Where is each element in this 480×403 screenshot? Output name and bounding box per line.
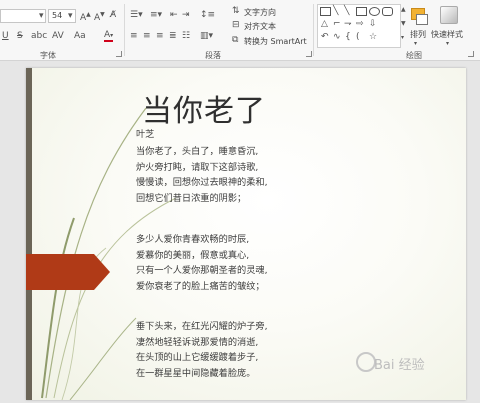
- arrow-right-shape-icon[interactable]: ⇨: [356, 19, 364, 29]
- font-size-value: 54: [52, 11, 63, 20]
- poem-stanza[interactable]: 垂下头来，在红光闪耀的炉子旁, 凄然地轻轻诉说那爱情的消逝, 在头顶的山上它缓缓…: [136, 319, 268, 381]
- chevron-down-icon[interactable]: ▾: [446, 39, 449, 49]
- paragraph-group-label: 段落: [205, 51, 221, 60]
- textbox-shape-icon[interactable]: [320, 7, 331, 16]
- poem-line: 垂下头来，在红光闪耀的炉子旁,: [136, 321, 268, 332]
- watermark-text: Bai 经验: [374, 358, 425, 373]
- rectangle-shape-icon[interactable]: [356, 7, 367, 16]
- arrange-icon-back: [416, 14, 428, 25]
- arrange-button[interactable]: 排列: [410, 29, 426, 40]
- oval-shape-icon[interactable]: [369, 7, 380, 16]
- text-shadow-icon[interactable]: abc: [31, 31, 47, 41]
- strikethrough-icon[interactable]: S: [17, 31, 23, 41]
- brace-shape-icon[interactable]: {: [345, 32, 351, 42]
- poem-line: 回想它们昔日浓重的阴影；: [136, 192, 247, 204]
- distributed-icon[interactable]: ☷: [182, 31, 190, 41]
- align-text-button[interactable]: 对齐文本: [244, 21, 276, 32]
- curve-shape-icon[interactable]: ↶: [321, 32, 329, 42]
- paragraph-dialog-launcher[interactable]: [306, 51, 312, 57]
- grow-font-icon[interactable]: A▲: [80, 10, 91, 23]
- gallery-scroll-up-icon[interactable]: ▲: [401, 5, 406, 15]
- chevron-down-icon[interactable]: ▾: [39, 11, 44, 21]
- poem-author[interactable]: 叶芝: [136, 126, 154, 140]
- connector-shape-icon[interactable]: ⇁: [344, 19, 352, 29]
- align-center-icon[interactable]: ≡: [143, 31, 151, 41]
- clear-formatting-icon[interactable]: A̸: [110, 10, 116, 20]
- separator: [313, 4, 314, 56]
- poem-stanza[interactable]: 当你老了，头白了，睡意昏沉, 炉火旁打盹，请取下这部诗歌, 慢慢读，回想你过去眼…: [136, 144, 268, 206]
- arrow-accent-shape: [26, 254, 110, 290]
- watermark-logo-icon: [356, 352, 376, 372]
- chevron-down-icon[interactable]: ▾: [68, 11, 73, 21]
- columns-icon[interactable]: ▥▾: [200, 31, 213, 41]
- bullets-icon[interactable]: ☰▾: [130, 10, 143, 20]
- poem-line: 慢慢读，回想你过去眼神的柔和,: [136, 177, 268, 188]
- font-dialog-launcher[interactable]: [116, 51, 122, 57]
- text-direction-button[interactable]: 文字方向: [244, 7, 276, 18]
- convert-smartart-button[interactable]: 转换为 SmartArt: [244, 36, 307, 47]
- smartart-icon[interactable]: ⧉: [232, 35, 238, 45]
- gallery-more-icon[interactable]: ▾: [401, 33, 404, 43]
- font-group-label: 字体: [40, 51, 56, 60]
- numbering-icon[interactable]: ≡▾: [150, 10, 162, 20]
- arrow-down-shape-icon[interactable]: ⇩: [369, 19, 377, 29]
- increase-indent-icon[interactable]: ⇥: [182, 10, 190, 20]
- gallery-scroll-down-icon[interactable]: ▼: [401, 19, 406, 29]
- rounded-rectangle-shape-icon[interactable]: [382, 7, 393, 16]
- line-shape-icon[interactable]: ╲: [333, 6, 338, 16]
- star-shape-icon[interactable]: ☆: [369, 32, 377, 42]
- poem-line: 多少人爱你青春欢畅的时辰,: [136, 234, 250, 245]
- shrink-font-icon[interactable]: A▼: [94, 10, 105, 23]
- connector-shape-icon[interactable]: ⌐: [333, 19, 341, 29]
- align-left-icon[interactable]: ≡: [130, 31, 138, 41]
- slide-title[interactable]: 当你老了: [142, 86, 266, 130]
- freeform-shape-icon[interactable]: ∿: [333, 32, 341, 42]
- change-case-icon[interactable]: Aa: [74, 31, 86, 41]
- font-color-swatch: [104, 40, 113, 42]
- poem-line: 爱你衰老了的脸上痛苦的皱纹；: [136, 280, 265, 292]
- poem-line: 当你老了，头白了，睡意昏沉,: [136, 146, 259, 157]
- align-text-icon[interactable]: ⊟: [232, 20, 240, 30]
- poem-stanza[interactable]: 多少人爱你青春欢畅的时辰, 爱慕你的美丽，假意或真心, 只有一个人爱你那朝圣者的…: [136, 232, 268, 294]
- underline-icon[interactable]: U: [2, 31, 9, 41]
- quick-styles-icon[interactable]: [440, 6, 458, 24]
- text-direction-icon[interactable]: ⇅: [232, 6, 240, 16]
- poem-line: 只有一个人爱你那朝圣者的灵魂,: [136, 265, 268, 276]
- decrease-indent-icon[interactable]: ⇤: [170, 10, 178, 20]
- drawing-group-label: 绘图: [406, 51, 422, 60]
- chevron-down-icon[interactable]: ▾: [414, 39, 417, 49]
- poem-line: 炉火旁打盹，请取下这部诗歌,: [136, 161, 259, 173]
- poem-line: 在一群星星中间隐藏着脸庞。: [136, 367, 256, 379]
- poem-line: 凄然地轻轻诉说那爱情的消逝,: [136, 336, 259, 348]
- triangle-shape-icon[interactable]: △: [321, 19, 328, 29]
- justify-icon[interactable]: ≣: [169, 31, 177, 41]
- drawing-dialog-launcher[interactable]: [468, 51, 474, 57]
- poem-line: 爱慕你的美丽，假意或真心,: [136, 249, 250, 261]
- ribbon: ▾ 54 ▾ A▲ A▼ A̸ U S abc AV Aa A▾ 字体 ☰▾ ≡…: [0, 0, 480, 61]
- align-right-icon[interactable]: ≡: [156, 31, 164, 41]
- character-spacing-icon[interactable]: AV: [52, 31, 64, 41]
- slide[interactable]: 当你老了 叶芝 当你老了，头白了，睡意昏沉, 炉火旁打盹，请取下这部诗歌, 慢慢…: [26, 68, 466, 400]
- bracket-shape-icon[interactable]: (: [356, 32, 360, 42]
- poem-line: 在头顶的山上它缓缓踱着步子,: [136, 352, 259, 363]
- line-shape-icon[interactable]: ╲: [344, 6, 349, 16]
- line-spacing-icon[interactable]: ↕≡: [200, 10, 215, 20]
- shapes-gallery[interactable]: ╲ ╲ △ ⌐ ⇁ ⇨ ⇩ ↶ ∿ { ( ☆: [317, 4, 401, 48]
- separator: [124, 4, 125, 56]
